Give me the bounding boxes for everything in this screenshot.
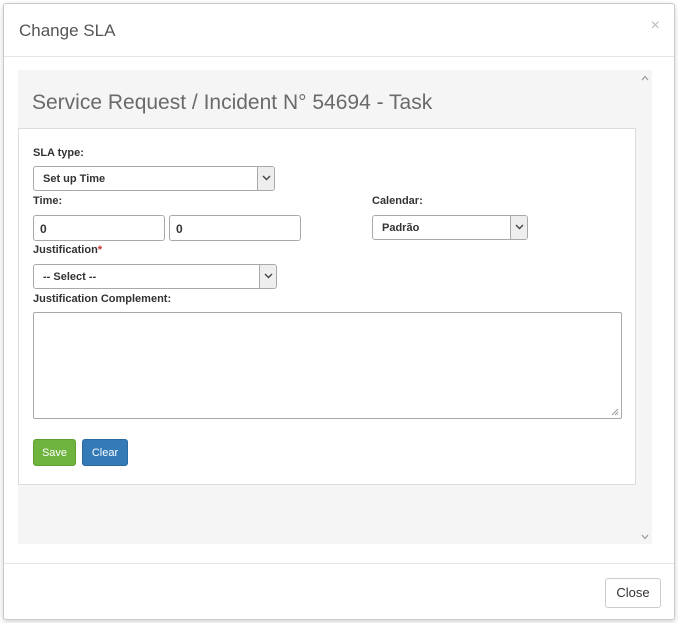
justification-label: Justification*	[33, 244, 102, 256]
scrollbar[interactable]	[637, 70, 652, 544]
page-title: Service Request / Incident N° 54694 - Ta…	[32, 91, 433, 114]
sla-type-label: SLA type:	[33, 147, 84, 159]
resize-grip-icon[interactable]	[611, 408, 619, 416]
time-hours-input[interactable]: 0	[33, 215, 165, 241]
chevron-down-icon	[259, 265, 276, 288]
justification-complement-label: Justification Complement:	[33, 293, 172, 305]
chevron-down-icon	[257, 167, 274, 190]
content-frame: Service Request / Incident N° 54694 - Ta…	[18, 70, 652, 544]
modal-footer: Close	[4, 563, 674, 619]
calendar-value: Padrão	[382, 222, 420, 234]
scroll-up-icon[interactable]	[641, 75, 649, 81]
time-label: Time:	[33, 195, 63, 207]
close-button[interactable]: Close	[605, 578, 661, 608]
close-icon[interactable]: ×	[651, 18, 660, 34]
time-minutes-input[interactable]: 0	[169, 215, 301, 241]
sla-form-panel: SLA type: Set up Time Time: 0 0 Calendar…	[18, 128, 636, 485]
save-button[interactable]: Save	[33, 439, 76, 466]
justification-value: -- Select --	[43, 271, 97, 283]
scroll-down-icon[interactable]	[641, 534, 649, 540]
justification-select[interactable]: -- Select --	[33, 264, 277, 289]
modal-header: Change SLA ×	[4, 4, 674, 57]
change-sla-modal: Change SLA × Service Request / Incident …	[3, 3, 675, 620]
sla-type-select[interactable]: Set up Time	[33, 166, 275, 191]
chevron-down-icon	[510, 216, 527, 239]
calendar-select[interactable]: Padrão	[372, 215, 528, 240]
required-marker: *	[97, 244, 103, 256]
calendar-label: Calendar:	[372, 195, 423, 207]
justification-label-text: Justification	[33, 244, 98, 256]
modal-title: Change SLA	[19, 21, 116, 40]
clear-button[interactable]: Clear	[82, 439, 128, 466]
justification-complement-textarea[interactable]	[33, 312, 622, 419]
sla-type-value: Set up Time	[43, 173, 106, 185]
